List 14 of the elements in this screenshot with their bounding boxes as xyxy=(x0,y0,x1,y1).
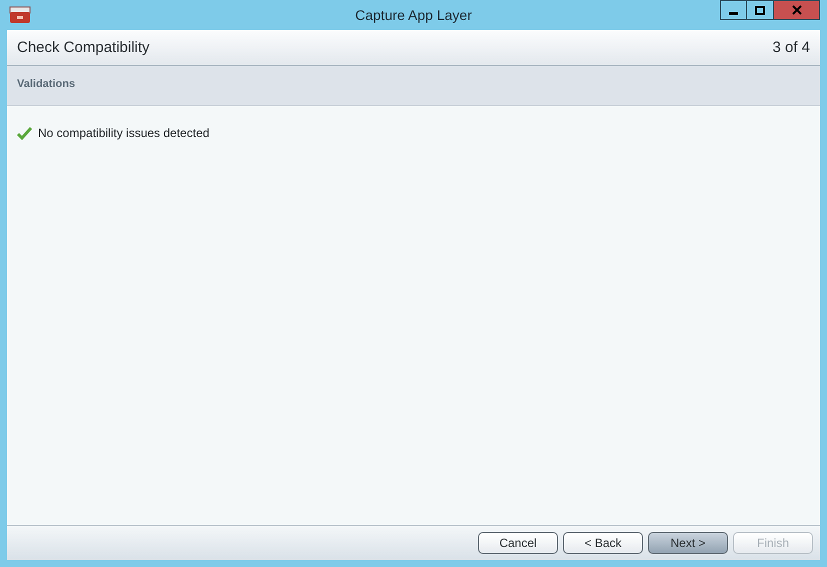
minimize-button[interactable] xyxy=(720,0,747,20)
page-title: Check Compatibility xyxy=(17,39,150,56)
maximize-icon xyxy=(755,6,765,14)
section-title: Validations xyxy=(17,78,76,90)
app-icon xyxy=(9,6,31,24)
minimize-icon xyxy=(729,12,738,14)
result-text: No compatibility issues detected xyxy=(38,126,210,140)
wizard-button[interactable]: < Back xyxy=(563,532,643,554)
close-icon xyxy=(792,5,802,15)
window-title: Capture App Layer xyxy=(355,7,472,23)
close-button[interactable] xyxy=(774,0,820,20)
wizard-button[interactable]: Next > xyxy=(648,532,728,554)
wizard-button[interactable]: Cancel xyxy=(478,532,558,554)
step-counter: 3 of 4 xyxy=(772,39,810,56)
